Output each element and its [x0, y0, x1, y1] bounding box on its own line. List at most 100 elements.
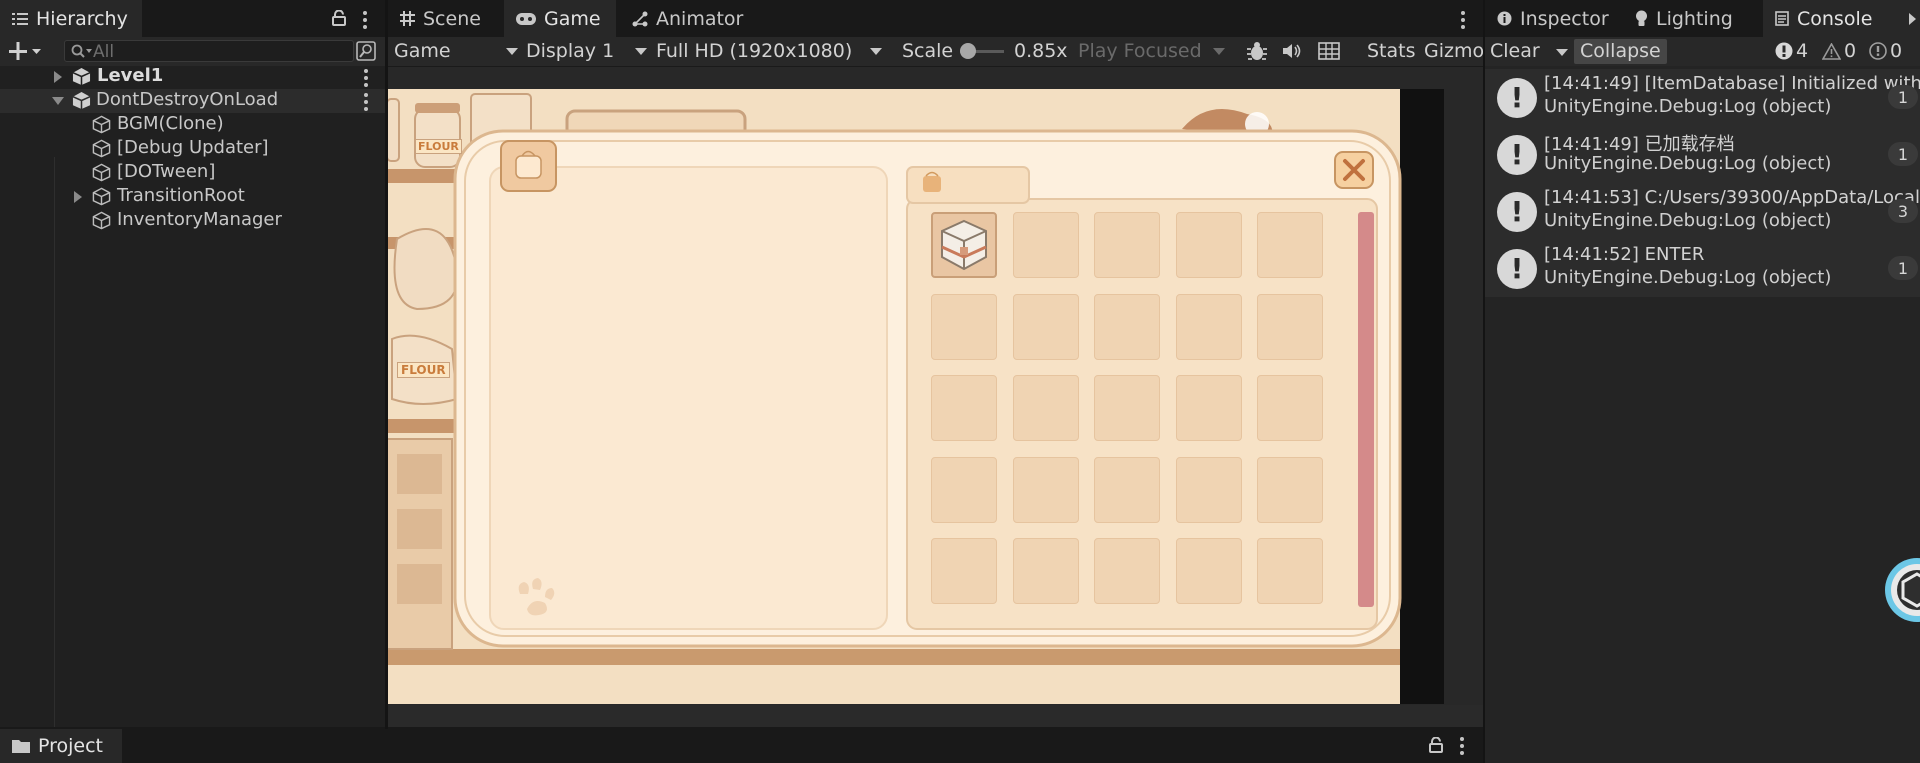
log-source: UnityEngine.Debug:Log (object) [1544, 153, 1832, 174]
inventory-slot[interactable] [1257, 293, 1323, 360]
expand-arrow-icon[interactable] [74, 191, 82, 203]
chevron-right-icon[interactable] [1909, 13, 1916, 25]
game-view[interactable]: FLOUR FLOUR [387, 89, 1444, 704]
lock-icon[interactable] [332, 10, 346, 26]
dropdown-label: Game [394, 40, 451, 62]
stats-button[interactable]: Stats [1367, 40, 1416, 62]
log-info-icon: ! [1497, 78, 1537, 118]
inventory-slot[interactable] [931, 456, 997, 523]
console-log-entry[interactable]: ! [14:41:49] [ItemDatabase] Initialized … [1485, 69, 1920, 126]
bug-icon[interactable] [1246, 41, 1268, 61]
hierarchy-item-level1[interactable]: Level1 [0, 65, 385, 89]
hierarchy-item-bgm[interactable]: BGM(Clone) [0, 113, 385, 137]
log-source: UnityEngine.Debug:Log (object) [1544, 267, 1832, 288]
hierarchy-item-dotween[interactable]: [DOTween] [0, 161, 385, 185]
hierarchy-item-label: TransitionRoot [117, 185, 245, 206]
play-mode-dropdown[interactable]: Play Focused [1078, 39, 1228, 64]
inventory-slot[interactable] [1012, 538, 1079, 604]
inventory-slot[interactable] [1012, 293, 1079, 360]
info-icon [1497, 11, 1512, 26]
inventory-slot[interactable] [1012, 375, 1079, 441]
tab-inspector[interactable]: Inspector [1485, 0, 1620, 37]
game-menu-icon[interactable] [1460, 11, 1466, 29]
tab-project[interactable]: Project [0, 729, 122, 763]
right-tabbar: Inspector Lighting Console [1485, 0, 1920, 37]
grid-icon[interactable] [1318, 42, 1340, 60]
inventory-slot[interactable] [931, 375, 997, 441]
hierarchy-item-label: InventoryManager [117, 209, 282, 230]
hierarchy-item-dontdestroyonload[interactable]: DontDestroyOnLoad [0, 89, 385, 113]
inventory-slot[interactable] [1175, 456, 1242, 523]
inventory-slot[interactable] [1012, 212, 1079, 278]
inventory-slot[interactable] [1175, 538, 1242, 604]
console-log-entry[interactable]: ! [14:41:52] ENTER UnityEngine.Debug:Log… [1485, 240, 1920, 297]
inventory-slot[interactable] [1094, 538, 1160, 604]
console-log-entry[interactable]: ! [14:41:49] 已加载存档 UnityEngine.Debug:Log… [1485, 126, 1920, 183]
tab-game[interactable]: Game [504, 0, 616, 37]
inventory-slot[interactable] [931, 538, 997, 604]
tab-lighting[interactable]: Lighting [1623, 0, 1759, 37]
gizmos-button[interactable]: Gizmos [1424, 40, 1483, 62]
dontdestroy-menu-icon[interactable] [363, 93, 369, 111]
panel-divider[interactable] [1483, 0, 1485, 763]
inventory-tab[interactable] [907, 167, 1029, 201]
warning-count-toggle[interactable]: 0 [1818, 39, 1862, 64]
game-mode-dropdown[interactable]: Game [392, 39, 520, 64]
hierarchy-title: Hierarchy [36, 7, 128, 30]
inventory-slot[interactable] [1257, 538, 1323, 604]
clear-options-dropdown[interactable] [1551, 41, 1573, 63]
add-icon[interactable] [9, 41, 43, 61]
collapse-arrow-icon[interactable] [52, 97, 64, 105]
tab-label: Animator [656, 7, 744, 30]
tab-label: Console [1797, 7, 1873, 30]
log-count-badge: 1 [1888, 142, 1918, 166]
inventory-slot[interactable] [931, 212, 997, 278]
inventory-slot[interactable] [1094, 212, 1160, 278]
log-info-icon: ! [1497, 135, 1537, 175]
inventory-slot[interactable] [1257, 212, 1323, 278]
tab-label: Game [544, 7, 601, 30]
inventory-slot[interactable] [1094, 375, 1160, 441]
tab-label: Scene [423, 7, 481, 30]
hierarchy-search-input[interactable]: All [64, 40, 354, 62]
hierarchy-menu-icon[interactable] [362, 11, 368, 29]
console-log-entry[interactable]: ! [14:41:53] C:/Users/39300/AppData/Loca… [1485, 183, 1920, 240]
scale-slider-handle[interactable] [960, 43, 976, 59]
display-dropdown[interactable]: Display 1 [526, 39, 650, 64]
tab-label: Lighting [1656, 7, 1733, 30]
scale-slider[interactable] [960, 40, 1004, 62]
inventory-slot[interactable] [1257, 456, 1323, 523]
inventory-slot[interactable] [1257, 375, 1323, 441]
inventory-slot[interactable] [1175, 375, 1242, 441]
expand-arrow-icon[interactable] [54, 71, 62, 83]
level1-menu-icon[interactable] [363, 69, 369, 87]
hierarchy-item-inventorymanager[interactable]: InventoryManager [0, 209, 385, 233]
error-count-toggle[interactable]: 4 [1771, 39, 1817, 64]
panel-divider[interactable] [385, 0, 388, 729]
hierarchy-item-debug-updater[interactable]: [Debug Updater] [0, 137, 385, 161]
tab-console[interactable]: Console [1763, 0, 1920, 37]
project-lock-icon[interactable] [1429, 737, 1443, 753]
close-button[interactable] [1335, 152, 1373, 188]
hierarchy-item-transitionroot[interactable]: TransitionRoot [0, 185, 385, 209]
inventory-slot[interactable] [1175, 293, 1242, 360]
inventory-slot[interactable] [1094, 456, 1160, 523]
message-count-toggle[interactable]: 0 [1865, 39, 1920, 64]
inventory-slot[interactable] [931, 293, 997, 360]
clear-button[interactable]: Clear [1490, 40, 1540, 62]
inventory-slot[interactable] [1175, 212, 1242, 278]
tab-animator[interactable]: Animator [620, 0, 760, 37]
collapse-button[interactable]: Collapse [1574, 39, 1667, 64]
tab-hierarchy[interactable]: Hierarchy [0, 0, 142, 37]
tab-scene[interactable]: Scene [388, 0, 504, 37]
scene-search-icon[interactable] [356, 41, 376, 61]
inventory-slot[interactable] [1094, 293, 1160, 360]
project-menu-icon[interactable] [1459, 737, 1465, 755]
scrollbar[interactable] [1358, 212, 1374, 607]
gameobject-icon [92, 187, 111, 206]
audio-icon[interactable] [1282, 42, 1302, 60]
search-icon [71, 44, 93, 58]
inventory-slot[interactable] [1012, 456, 1079, 523]
unity-cloud-icon[interactable] [1882, 556, 1920, 624]
resolution-dropdown[interactable]: Full HD (1920x1080) [656, 39, 888, 64]
